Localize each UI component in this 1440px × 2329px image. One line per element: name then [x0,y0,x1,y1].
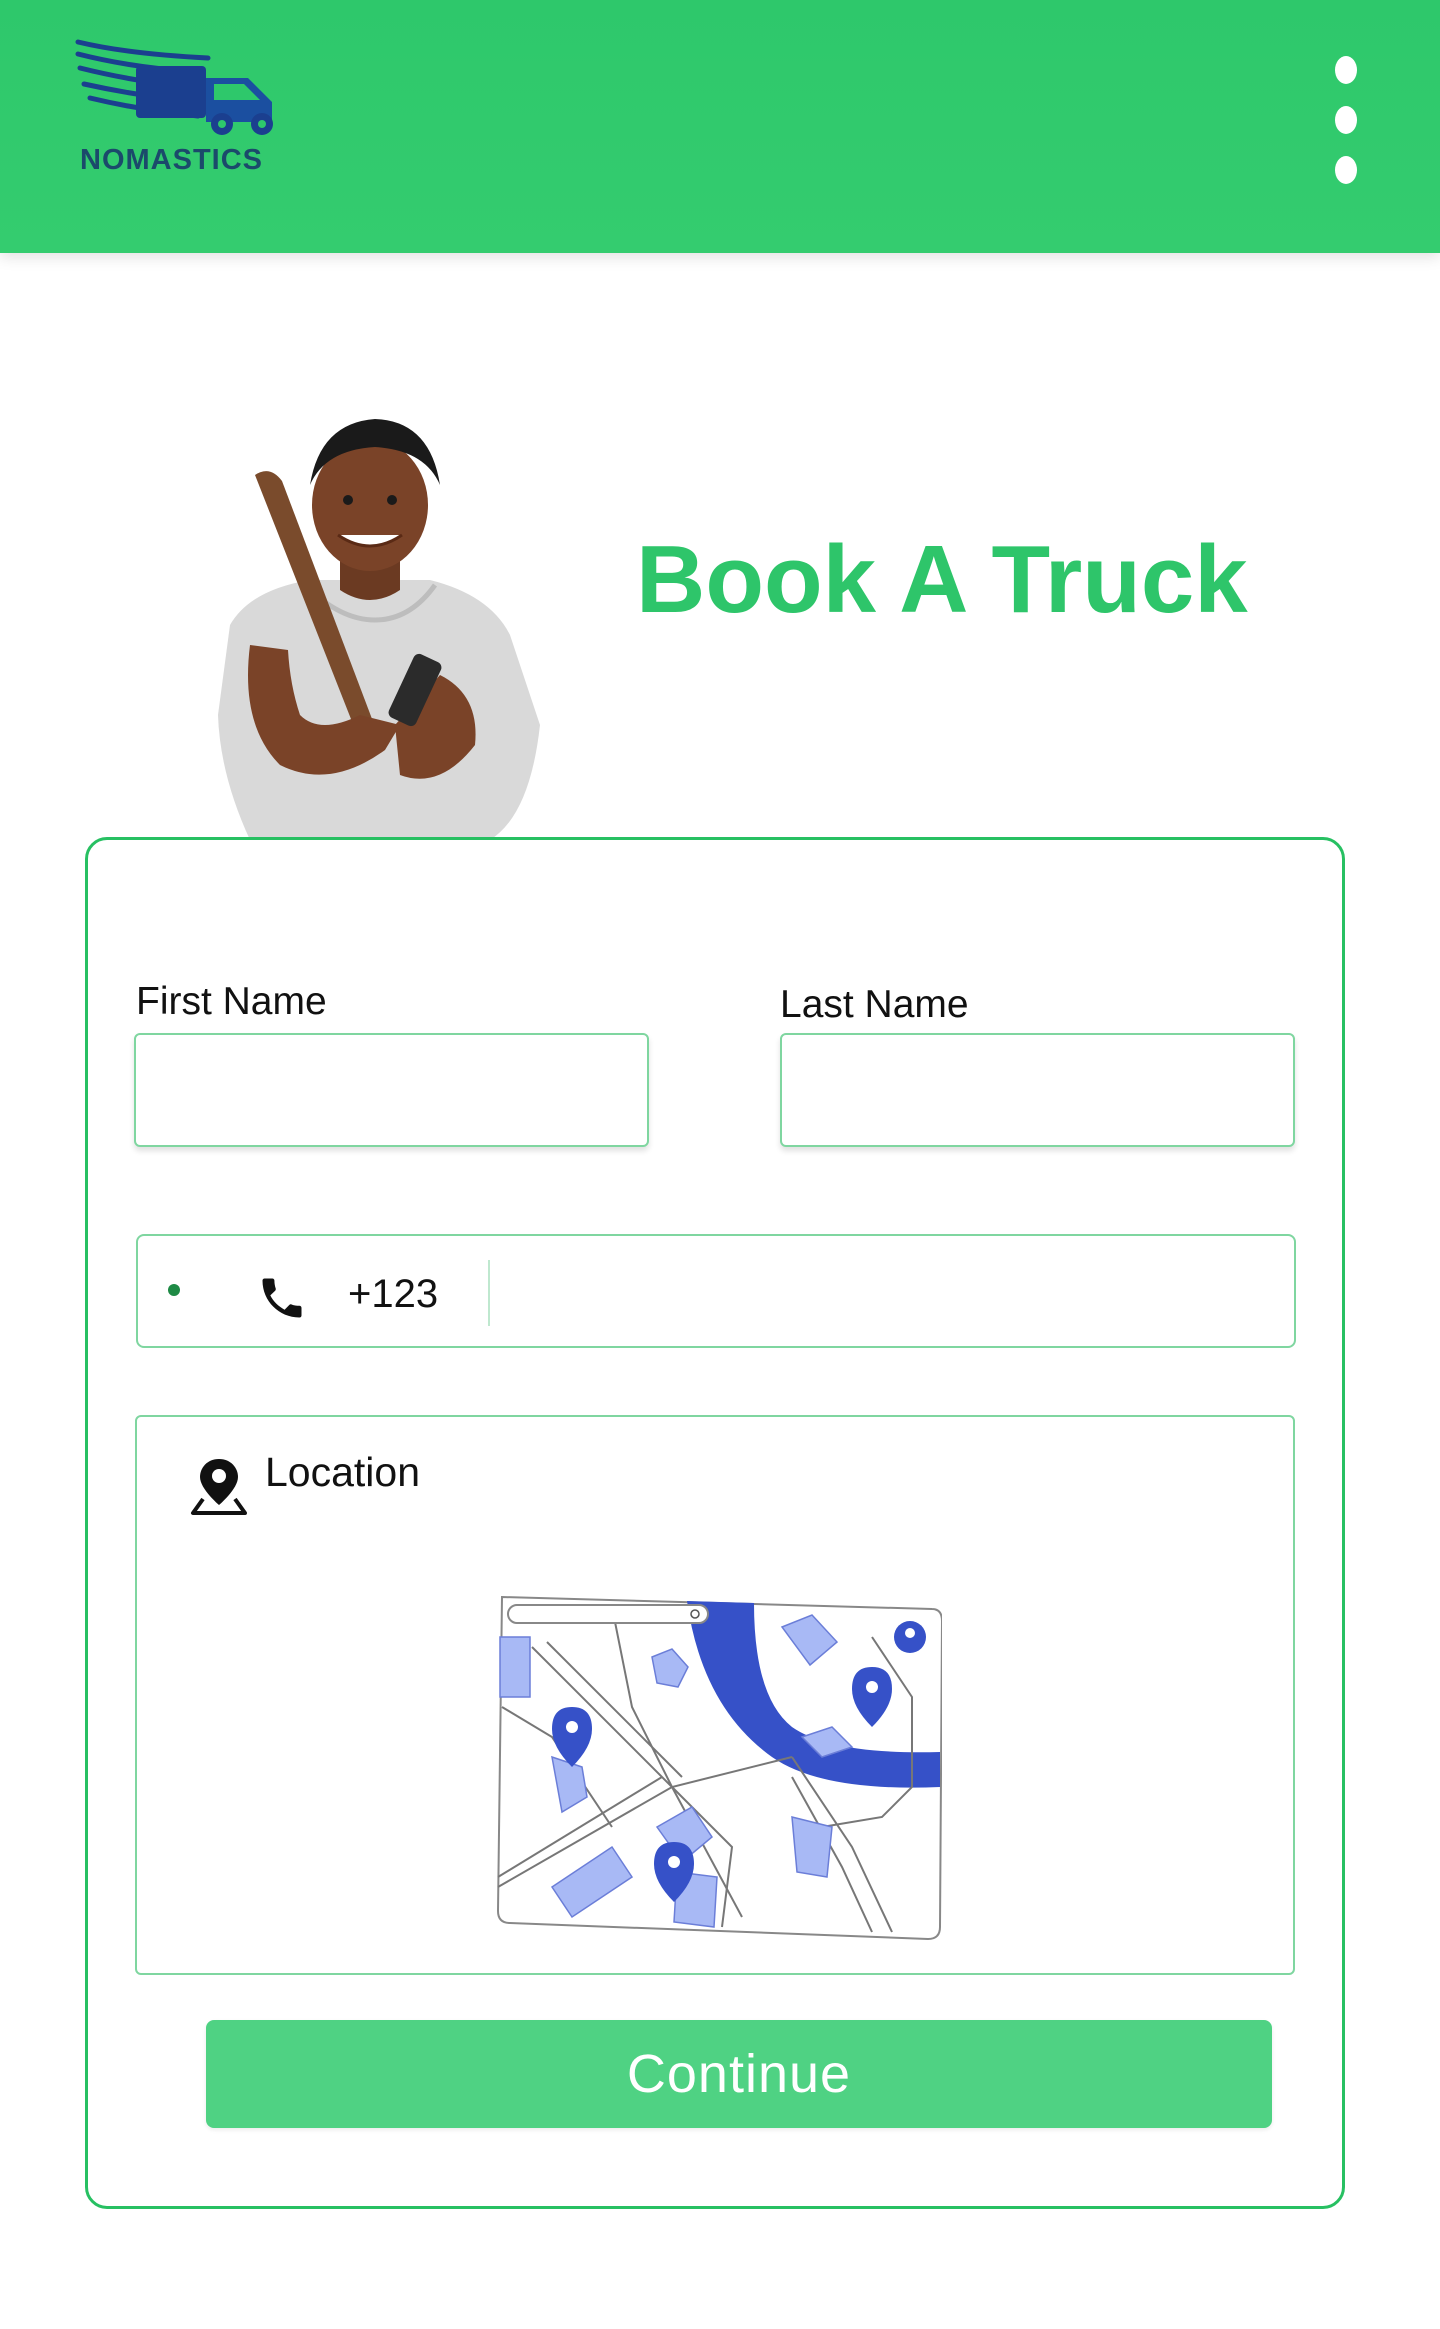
truck-logo-icon [75,39,273,135]
map-pin-icon [191,1459,247,1515]
country-selector[interactable] [168,1284,180,1296]
brand-name: NOMASTICS [80,144,263,176]
location-label: Location [265,1449,421,1495]
phone-divider [488,1260,490,1326]
app-header: NOMASTICS [0,0,1440,253]
more-vertical-icon-dot [1335,56,1357,84]
book-truck-page: NOMASTICS Book A Truck First Name Last N… [0,0,1440,2329]
brand-logo[interactable]: NOMASTICS [18,36,338,196]
last-name-input[interactable] [780,1033,1295,1147]
booking-form: First Name Last Name +123 Location Conti… [85,837,1345,2209]
hero-person-image [218,419,540,840]
first-name-label: First Name [136,980,327,1023]
first-name-input[interactable] [134,1033,649,1147]
page-title: Book A Truck [636,526,1248,633]
last-name-label: Last Name [780,983,969,1026]
phone-field[interactable]: +123 [136,1234,1296,1348]
location-picker[interactable]: Location [135,1415,1295,1975]
more-vertical-icon-dot [1335,156,1357,184]
dial-code: +123 [348,1272,439,1316]
more-vertical-icon-dot [1335,106,1357,134]
continue-button[interactable]: Continue [206,2020,1272,2128]
map-illustration [496,1595,942,1941]
phone-number-input[interactable] [508,1256,1278,1328]
phone-icon [262,1278,302,1318]
more-options-button[interactable] [1320,50,1372,190]
